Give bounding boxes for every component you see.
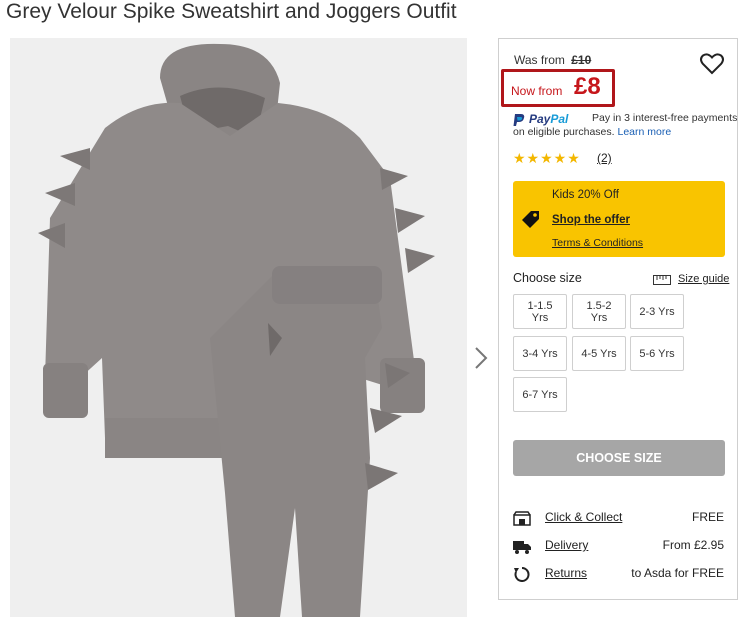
click-collect-link[interactable]: Click & Collect xyxy=(545,510,622,524)
size-option-3-4[interactable]: 3-4 Yrs xyxy=(513,336,567,371)
paypal-info-line1: Pay in 3 interest-free payments xyxy=(592,112,738,124)
was-price-label: Was from xyxy=(514,53,565,67)
price-tag-icon xyxy=(522,211,539,228)
click-collect-price: FREE xyxy=(691,510,724,524)
returns-icon xyxy=(514,567,530,582)
now-price-label: Now from xyxy=(511,84,563,98)
delivery-truck-icon xyxy=(513,541,531,554)
offer-title: Kids 20% Off xyxy=(552,189,619,201)
paypal-icon xyxy=(513,114,525,126)
delivery-price: From £2.95 xyxy=(662,538,724,552)
returns-link[interactable]: Returns xyxy=(545,566,587,580)
size-option-1-5-2[interactable]: 1.5-2 Yrs xyxy=(572,294,626,329)
choose-size-label: Choose size xyxy=(513,271,582,285)
was-price-value: £10 xyxy=(571,53,592,67)
product-purchase-panel: Was from £10 Now from £8 PayPal Pay in 3… xyxy=(498,38,738,600)
promo-offer-box: Kids 20% Off Shop the offer Terms & Cond… xyxy=(513,181,725,257)
returns-info: to Asda for FREE xyxy=(631,566,724,580)
size-option-4-5[interactable]: 4-5 Yrs xyxy=(572,336,626,371)
review-count-link[interactable]: (2) xyxy=(597,151,612,165)
terms-conditions-link[interactable]: Terms & Conditions xyxy=(552,237,643,249)
next-image-chevron-icon[interactable] xyxy=(472,345,490,371)
rating-stars: ★★★★★ xyxy=(513,150,581,166)
size-option-2-3[interactable]: 2-3 Yrs xyxy=(630,294,684,329)
size-option-5-6[interactable]: 5-6 Yrs xyxy=(630,336,684,371)
ruler-icon[interactable] xyxy=(653,275,671,285)
wishlist-heart-icon[interactable] xyxy=(699,51,725,77)
product-title: Grey Velour Spike Sweatshirt and Joggers… xyxy=(6,0,457,23)
shop-offer-link[interactable]: Shop the offer xyxy=(552,214,630,226)
learn-more-link[interactable]: Learn more xyxy=(618,126,672,138)
choose-size-button[interactable]: CHOOSE SIZE xyxy=(513,440,725,476)
was-price: Was from £10 xyxy=(514,53,591,67)
size-option-1-1-5[interactable]: 1-1.5 Yrs xyxy=(513,294,567,329)
paypal-logo-text: PayPal xyxy=(529,112,569,126)
size-guide-link[interactable]: Size guide xyxy=(678,273,729,285)
delivery-link[interactable]: Delivery xyxy=(545,538,588,552)
product-image[interactable] xyxy=(10,38,467,617)
click-collect-icon xyxy=(513,511,531,526)
outfit-illustration xyxy=(38,43,435,617)
now-price-value: £8 xyxy=(574,73,601,100)
size-option-6-7[interactable]: 6-7 Yrs xyxy=(513,377,567,412)
paypal-info-line2: on eligible purchases. Learn more xyxy=(513,126,672,138)
